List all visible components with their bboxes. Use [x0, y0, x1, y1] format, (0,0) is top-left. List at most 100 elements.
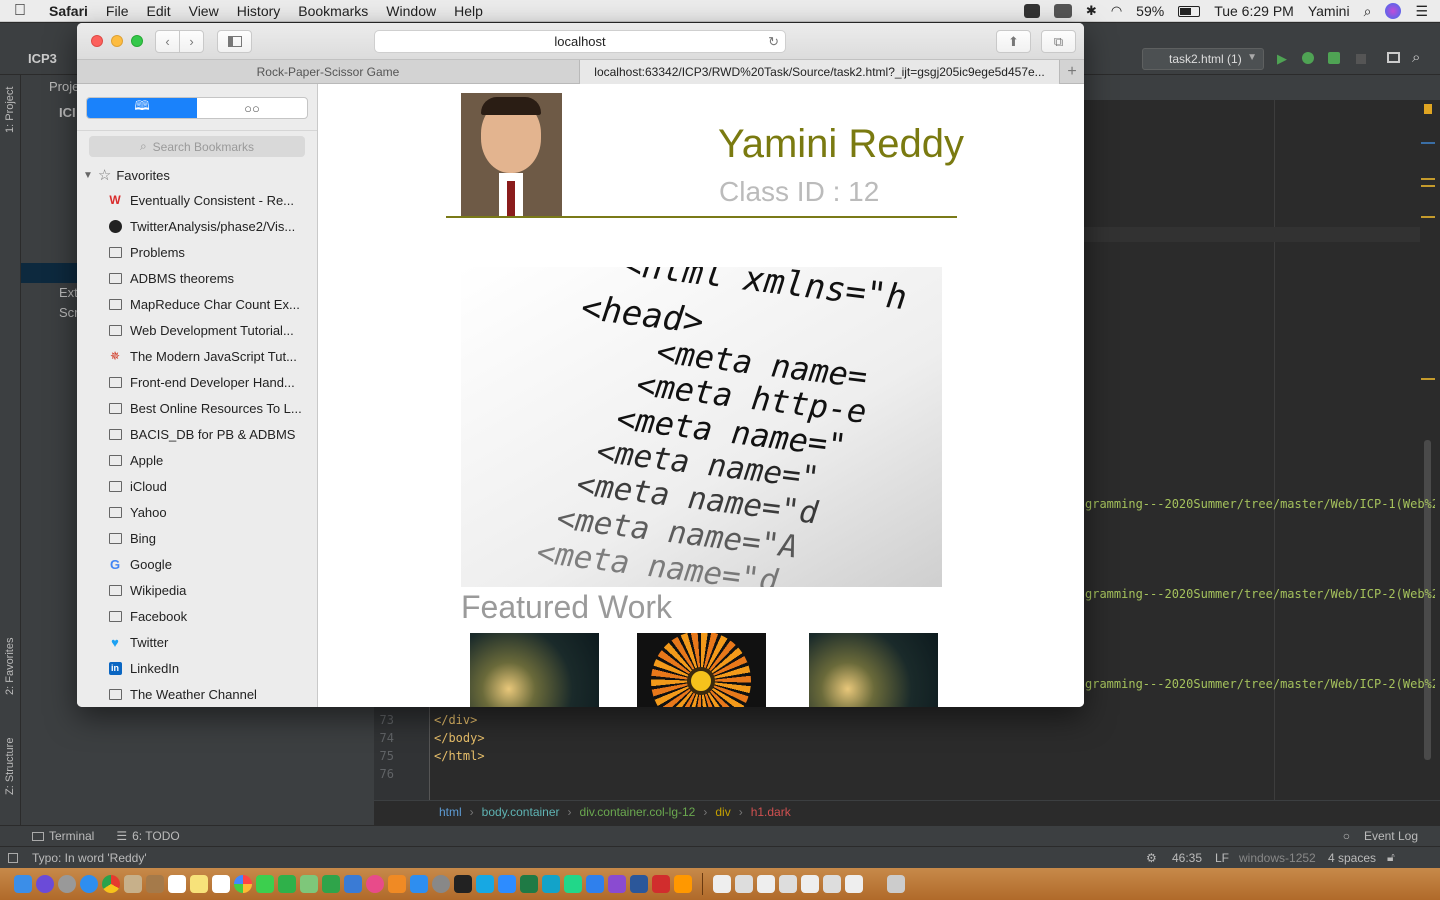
bookmark-item[interactable]: iCloud — [107, 473, 312, 499]
tree-node-scratches[interactable]: Scr — [59, 305, 79, 320]
bookmark-item[interactable]: Yahoo — [107, 499, 312, 525]
search-everywhere-icon[interactable]: ⌕ — [1412, 49, 1420, 66]
breadcrumb-item[interactable]: html — [439, 805, 462, 819]
books-icon[interactable] — [388, 875, 406, 893]
calendar-icon[interactable] — [168, 875, 186, 893]
bookmark-item[interactable]: ADBMS theorems — [107, 265, 312, 291]
bluetooth-icon[interactable]: ✱ — [1086, 3, 1097, 19]
document-stack-icon[interactable] — [801, 875, 819, 893]
keynote-icon[interactable] — [344, 875, 362, 893]
featured-thumb-flower[interactable] — [637, 633, 766, 707]
apple-menu-icon[interactable]:  — [0, 2, 40, 20]
webstorm-icon[interactable] — [542, 875, 560, 893]
lock-icon[interactable]: 🔓︎ — [1387, 850, 1395, 865]
bookmark-item[interactable]: Web Development Tutorial... — [107, 317, 312, 343]
stop-icon[interactable] — [1356, 54, 1366, 64]
forward-button[interactable]: › — [179, 30, 204, 53]
sublime-icon[interactable] — [674, 875, 692, 893]
contacts-icon[interactable] — [146, 875, 164, 893]
facetime-icon[interactable] — [278, 875, 296, 893]
tab-overview-button[interactable]: ⧉ — [1041, 30, 1076, 53]
address-bar[interactable]: localhost ↻ — [374, 30, 786, 53]
favorites-tool-tab[interactable]: 2: Favorites — [4, 638, 16, 695]
code-marker-1[interactable] — [1421, 142, 1435, 144]
featured-thumb-lights-2[interactable] — [809, 633, 938, 707]
zoom-icon[interactable] — [1023, 4, 1040, 18]
bookmark-item[interactable]: Bing — [107, 525, 312, 551]
tree-node-external[interactable]: Ext — [59, 285, 78, 300]
zoom-dock-icon[interactable] — [498, 875, 516, 893]
menubar-user[interactable]: Yamini — [1308, 3, 1350, 19]
reading-list-segment[interactable]: ○○ — [197, 98, 307, 118]
bookmark-item[interactable]: The Weather Channel — [107, 681, 312, 707]
bookmark-item[interactable]: Facebook — [107, 603, 312, 629]
code-marker-5[interactable] — [1421, 378, 1435, 380]
battery-icon[interactable] — [1178, 5, 1201, 17]
warning-marker[interactable] — [1424, 104, 1432, 114]
project-panel-title[interactable]: Proje — [49, 79, 79, 94]
sidebar-toggle-button[interactable] — [217, 30, 252, 53]
tab-task2[interactable]: localhost:63342/ICP3/RWD%20Task/Source/t… — [580, 60, 1060, 84]
terminal-dock-icon[interactable] — [454, 875, 472, 893]
menubar-clock[interactable]: Tue 6:29 PM — [1214, 3, 1294, 19]
notification-center-icon[interactable]: ☰ — [1415, 3, 1428, 20]
safari-dock-icon[interactable] — [80, 875, 98, 893]
breadcrumb-item[interactable]: div.container.col-lg-12 — [580, 805, 696, 819]
coverage-icon[interactable] — [1328, 52, 1340, 64]
bookmarks-segment[interactable]: 🕮︎ — [87, 98, 197, 118]
featured-thumb-lights[interactable] — [470, 633, 599, 707]
vscode-icon[interactable] — [586, 875, 604, 893]
favorites-folder[interactable]: ▼ ☆ Favorites — [83, 166, 170, 184]
web-page[interactable]: Yamini Reddy Class ID : 12 <html xmlns="… — [318, 84, 1084, 707]
bookmark-item[interactable]: MapReduce Char Count Ex... — [107, 291, 312, 317]
search-bookmarks-input[interactable]: ⌕ Search Bookmarks — [89, 136, 305, 157]
code-marker-2[interactable] — [1421, 178, 1435, 180]
bookmark-item[interactable]: Front-end Developer Hand... — [107, 369, 312, 395]
github-desktop-icon[interactable] — [608, 875, 626, 893]
skype-icon[interactable] — [476, 875, 494, 893]
word-icon[interactable] — [630, 875, 648, 893]
bookmark-item[interactable]: Apple — [107, 447, 312, 473]
menu-help[interactable]: Help — [445, 3, 492, 19]
menu-bookmarks[interactable]: Bookmarks — [289, 3, 377, 19]
bookmark-item[interactable]: BACIS_DB for PB & ADBMS — [107, 421, 312, 447]
finder-icon[interactable] — [14, 875, 32, 893]
bookmark-item[interactable]: ♥ Twitter — [107, 629, 312, 655]
line-separator[interactable]: LF — [1215, 851, 1229, 865]
frame-icon[interactable] — [1387, 52, 1400, 63]
indent-setting[interactable]: 4 spaces — [1328, 851, 1376, 865]
tree-selected-row[interactable] — [21, 263, 81, 283]
run-config-select[interactable]: task2.html (1) ▼ — [1142, 48, 1264, 70]
ide-project-name[interactable]: ICP3 — [28, 51, 57, 66]
reminders-icon[interactable] — [212, 875, 230, 893]
menu-window[interactable]: Window — [377, 3, 445, 19]
menu-file[interactable]: File — [97, 3, 138, 19]
code-marker-3[interactable] — [1421, 185, 1435, 187]
siri-dock-icon[interactable] — [36, 875, 54, 893]
debug-icon[interactable] — [1302, 52, 1314, 64]
photos-icon[interactable] — [234, 875, 252, 893]
fullscreen-window-button[interactable] — [131, 35, 143, 47]
launchpad-icon[interactable] — [58, 875, 76, 893]
wifi-icon[interactable]: ◠ — [1111, 3, 1122, 19]
bookmark-item[interactable]: Problems — [107, 239, 312, 265]
document-stack-icon[interactable] — [735, 875, 753, 893]
back-button[interactable]: ‹ — [155, 30, 180, 53]
bookmark-item[interactable]: TwitterAnalysis/phase2/Vis... — [107, 213, 312, 239]
breadcrumb-item[interactable]: h1.dark — [751, 805, 791, 819]
caret-position[interactable]: 46:35 — [1172, 851, 1202, 865]
bookmark-item[interactable]: Best Online Resources To L... — [107, 395, 312, 421]
minimize-window-button[interactable] — [111, 35, 123, 47]
bookmark-item[interactable]: in LinkedIn — [107, 655, 312, 681]
bookmark-item[interactable]: G Google — [107, 551, 312, 577]
disclosure-triangle-icon[interactable]: ▼ — [83, 170, 93, 181]
run-icon[interactable]: ▶ — [1277, 51, 1287, 67]
hector-icon[interactable]: ⚙ — [1146, 851, 1157, 865]
photo-icon[interactable] — [124, 875, 142, 893]
document-stack-icon[interactable] — [845, 875, 863, 893]
new-tab-button[interactable]: + — [1060, 60, 1084, 84]
todo-tab[interactable]: 6: TODO — [132, 829, 180, 843]
system-preferences-icon[interactable] — [432, 875, 450, 893]
bookmark-item[interactable]: Wikipedia — [107, 577, 312, 603]
excel-icon[interactable] — [520, 875, 538, 893]
